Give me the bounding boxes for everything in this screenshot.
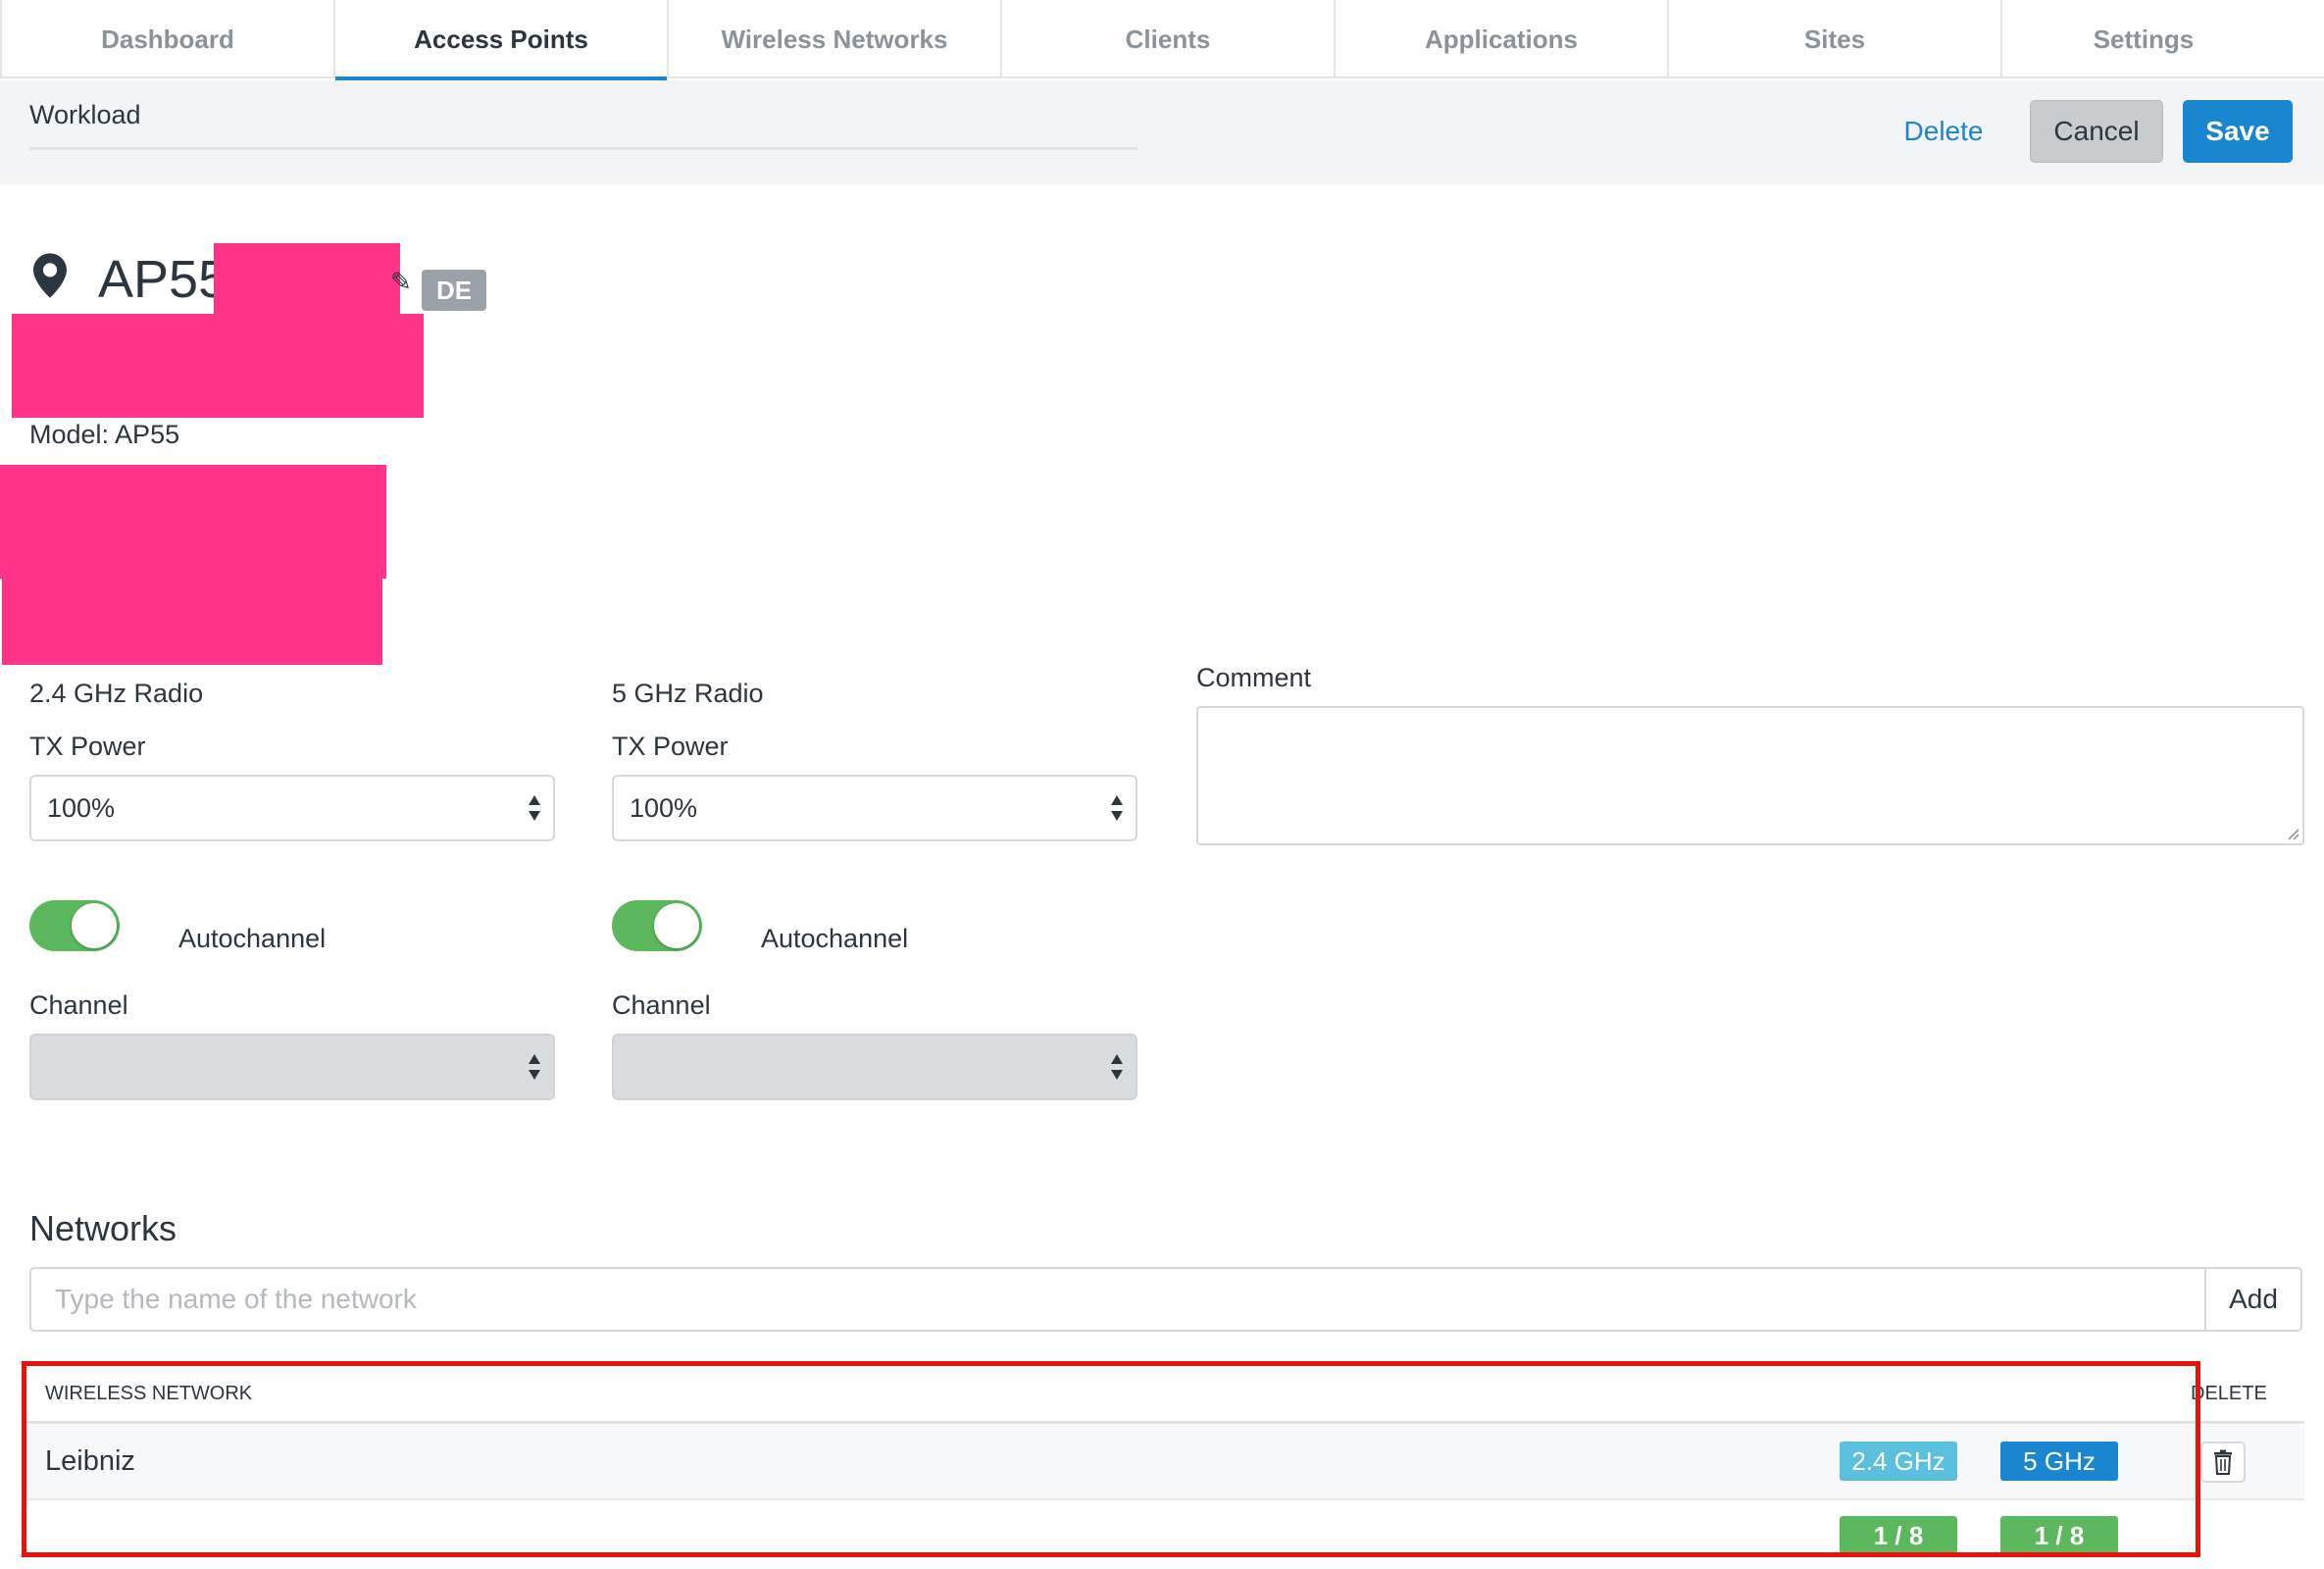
- radio-24-heading: 2.4 GHz Radio: [29, 679, 204, 708]
- networks-heading: Networks: [29, 1208, 177, 1248]
- redaction-block: [214, 243, 400, 320]
- select-arrows-icon: [529, 1054, 540, 1080]
- select-arrows-icon: [529, 795, 540, 821]
- redaction-block: [0, 465, 386, 579]
- add-network-button[interactable]: Add: [2204, 1267, 2302, 1332]
- network-search-input[interactable]: Type the name of the network: [29, 1267, 2206, 1332]
- select-arrows-icon: [1111, 1054, 1123, 1080]
- tab-clients[interactable]: Clients: [1002, 0, 1336, 78]
- toggle-knob: [654, 903, 699, 948]
- band-5-badge[interactable]: 5 GHz: [2000, 1442, 2118, 1481]
- breadcrumb[interactable]: Workload: [29, 100, 141, 130]
- resize-handle-icon[interactable]: [2286, 827, 2299, 840]
- tab-dashboard[interactable]: Dashboard: [2, 0, 335, 78]
- country-badge: DE: [422, 270, 486, 311]
- radio-5-tx-value: 100%: [630, 792, 698, 823]
- cancel-button[interactable]: Cancel: [2030, 100, 2163, 163]
- model-label: Model: AP55: [29, 420, 180, 449]
- radio-5-tx-select[interactable]: 100%: [612, 775, 1137, 841]
- radio-24-tx-select[interactable]: 100%: [29, 775, 555, 841]
- table-row: 1 / 8 1 / 8: [24, 1500, 2304, 1569]
- radio-24-autochannel-toggle[interactable]: [29, 900, 120, 951]
- comment-label: Comment: [1196, 663, 1312, 692]
- networks-table-header: WIRELESS NETWORK DELETE: [24, 1365, 2304, 1424]
- redaction-block: [2, 577, 382, 665]
- comment-textarea[interactable]: [1196, 706, 2304, 845]
- trash-icon: [2214, 1449, 2232, 1475]
- radio-5-heading: 5 GHz Radio: [612, 679, 764, 708]
- table-row: Leibniz 2.4 GHz 5 GHz: [24, 1426, 2304, 1500]
- radio-24-channel-label: Channel: [29, 990, 128, 1020]
- map-pin-icon: [33, 253, 67, 298]
- column-header-network: WIRELESS NETWORK: [45, 1383, 253, 1404]
- page-title: AP55: [98, 250, 228, 309]
- radio-5-channel-label: Channel: [612, 990, 711, 1020]
- toggle-knob: [72, 903, 117, 948]
- redaction-block: [12, 314, 424, 418]
- edit-icon[interactable]: ✎: [390, 267, 412, 297]
- delete-button[interactable]: Delete: [1893, 100, 1995, 163]
- radio-5-autochannel-toggle[interactable]: [612, 900, 702, 951]
- radio-24-channel-select[interactable]: [29, 1034, 555, 1100]
- breadcrumb-divider: [29, 147, 1137, 150]
- radio-5-channel-select[interactable]: [612, 1034, 1137, 1100]
- tab-wireless-networks[interactable]: Wireless Networks: [669, 0, 1002, 78]
- tab-settings[interactable]: Settings: [2002, 0, 2285, 78]
- radio-24-tx-label: TX Power: [29, 732, 146, 761]
- column-header-delete: DELETE: [2191, 1383, 2267, 1404]
- band-24-badge[interactable]: 2.4 GHz: [1840, 1442, 1957, 1481]
- select-arrows-icon: [1111, 795, 1123, 821]
- radio-24-autochannel-label: Autochannel: [178, 924, 327, 953]
- radio-5-autochannel-label: Autochannel: [761, 924, 909, 953]
- band-5-count-badge: 1 / 8: [2000, 1516, 2118, 1555]
- tab-applications[interactable]: Applications: [1336, 0, 1669, 78]
- network-name: Leibniz: [45, 1445, 135, 1477]
- tab-sites[interactable]: Sites: [1669, 0, 2002, 78]
- band-24-count-badge: 1 / 8: [1840, 1516, 1957, 1555]
- delete-network-button[interactable]: [2200, 1442, 2246, 1483]
- save-button[interactable]: Save: [2183, 100, 2293, 163]
- tab-access-points[interactable]: Access Points: [335, 0, 669, 80]
- radio-24-tx-value: 100%: [47, 792, 116, 823]
- main-tabs: Dashboard Access Points Wireless Network…: [0, 0, 2324, 80]
- radio-5-tx-label: TX Power: [612, 732, 729, 761]
- action-bar: Workload Delete Cancel Save: [0, 80, 2324, 184]
